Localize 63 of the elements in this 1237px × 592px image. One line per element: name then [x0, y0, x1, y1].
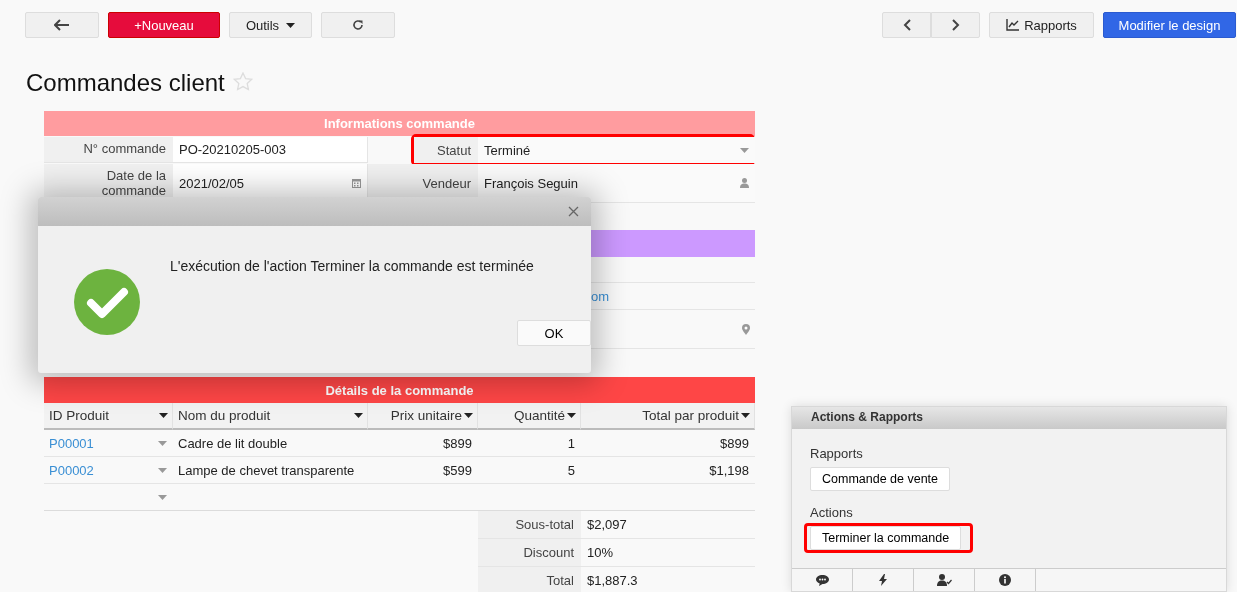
group-heading: Actions: [810, 505, 853, 520]
caret-icon: [286, 22, 296, 28]
caret-icon: [158, 494, 167, 500]
info-icon: [999, 574, 1011, 586]
action-button[interactable]: Terminer la commande: [810, 526, 962, 550]
table-cell: $899: [720, 435, 749, 451]
caret-icon: [158, 440, 167, 446]
calendar-icon: [352, 178, 361, 188]
line-chart-icon: [1006, 19, 1020, 31]
chat-bubble-icon: [815, 574, 829, 586]
column-header[interactable]: ID Produit: [44, 403, 173, 430]
field-label: Statut: [414, 137, 478, 163]
caret-icon: [464, 413, 473, 418]
summary-label: Discount: [478, 539, 581, 567]
caret-icon: [740, 147, 749, 153]
new-button[interactable]: +Nouveau: [108, 12, 220, 38]
caret-icon: [159, 413, 168, 418]
dialog-message: L'exécution de l'action Terminer la commande est terminée: [170, 257, 535, 274]
person-check-icon: [936, 574, 952, 586]
chevron-left-icon: [902, 19, 911, 31]
caret-icon: [741, 413, 750, 418]
column-header[interactable]: Quantité: [478, 403, 581, 430]
summary-label: Total: [478, 567, 581, 592]
table-cell: 5: [567, 462, 575, 478]
tools-menu-button[interactable]: Outils: [229, 12, 312, 38]
column-header[interactable]: Total par produit: [581, 403, 755, 430]
section-header: Détails de la commande: [44, 377, 755, 403]
close-icon[interactable]: [568, 206, 579, 217]
group-heading: Rapports: [810, 446, 863, 461]
summary-label: Sous-total: [478, 511, 581, 539]
next-button[interactable]: [931, 12, 980, 38]
chevron-right-icon: [951, 19, 960, 31]
page-title: Commandes client: [26, 68, 225, 97]
field-value: PO-20210205-003: [173, 137, 368, 162]
field-label: N° commande: [44, 137, 173, 162]
section-header: Informations commande: [44, 111, 755, 136]
previous-button[interactable]: [882, 12, 931, 38]
lightning-icon: [879, 574, 887, 586]
arrow-left-icon: [54, 19, 70, 31]
location-pin-icon: [742, 324, 750, 335]
column-header[interactable]: Prix unitaire: [368, 403, 478, 430]
table-cell: 1: [567, 435, 575, 451]
ok-button[interactable]: OK: [517, 320, 591, 346]
caret-icon: [158, 467, 167, 473]
caret-icon: [567, 413, 576, 418]
star-icon[interactable]: [232, 71, 253, 91]
edit-design-button[interactable]: Modifier le design: [1103, 12, 1236, 38]
panel-header: Actions & Rapports: [792, 407, 1226, 429]
summary-value: 10%: [581, 539, 755, 567]
summary-value: $2,097: [581, 511, 755, 539]
table-cell: $599: [443, 462, 472, 478]
column-header[interactable]: Nom du produit: [173, 403, 368, 430]
action-button[interactable]: Commande de vente: [810, 467, 951, 491]
caret-icon: [354, 413, 363, 418]
summary-value: $1,887.3: [581, 567, 755, 592]
reports-button[interactable]: Rapports: [989, 12, 1094, 38]
person-icon: [740, 178, 749, 188]
back-button[interactable]: [25, 12, 99, 38]
table-cell: $899: [443, 435, 472, 451]
table-cell: Lampe de chevet transparente: [178, 462, 355, 478]
refresh-icon: [352, 19, 364, 31]
table-cell: $1,198: [709, 462, 749, 478]
table-cell: Cadre de lit double: [178, 435, 288, 451]
